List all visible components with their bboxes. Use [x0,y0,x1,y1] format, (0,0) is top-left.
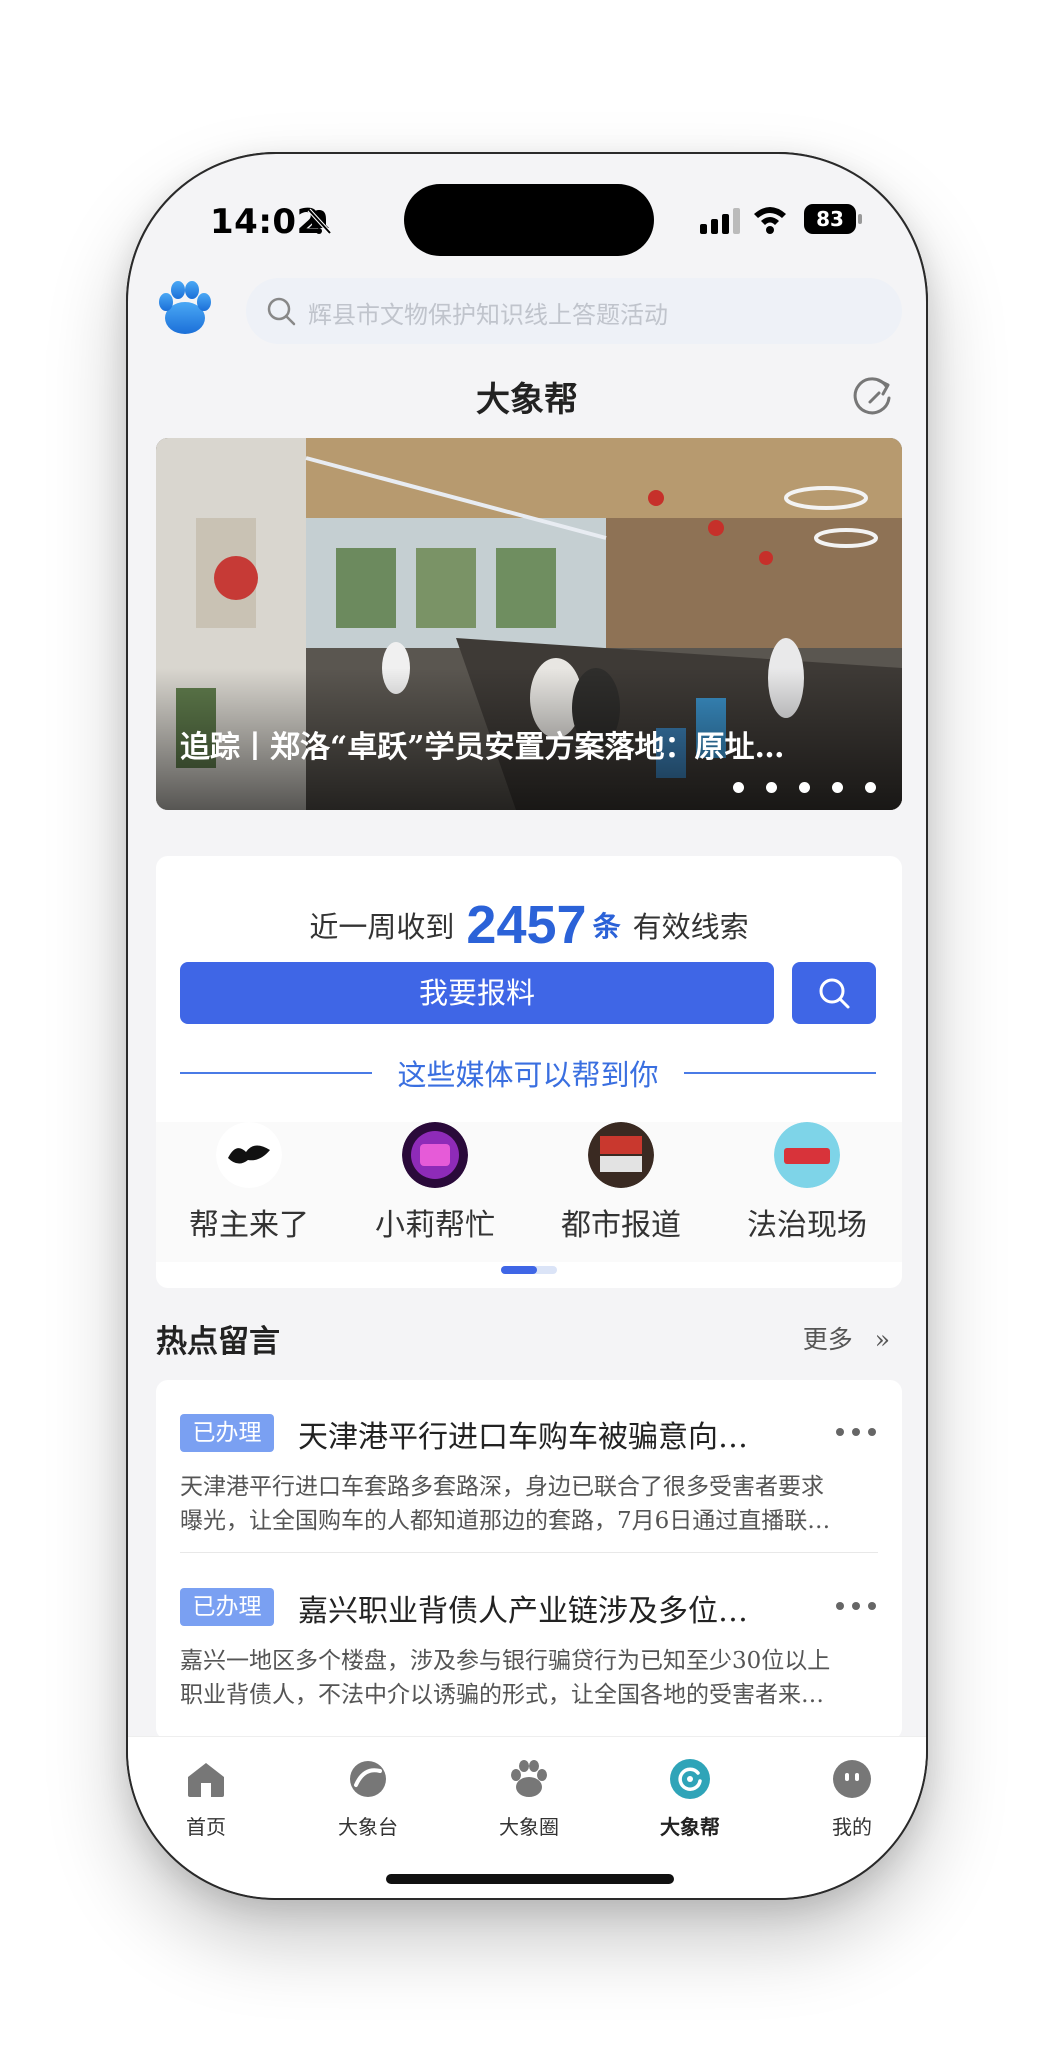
tab-profile[interactable]: 我的 [792,1757,912,1840]
paw-logo-icon[interactable] [154,278,216,340]
clue-search-button[interactable] [792,962,876,1024]
tab-circle[interactable]: 大象圈 [469,1757,589,1840]
clue-card: 近一周收到 2457 条有效线索 我要报料 这些媒体可以帮到你 帮主来了 小莉帮… [156,856,902,1288]
wifi-icon [754,207,786,234]
more-options-icon[interactable] [836,1428,876,1436]
media-item[interactable]: 小莉帮忙 [342,1122,528,1244]
carousel-dot[interactable] [832,782,843,793]
item-title: 天津港平行进口车购车被骗意向… [298,1420,748,1455]
media-item[interactable]: 帮主来了 [156,1122,342,1244]
tv-icon [350,1761,386,1797]
media-heading: 这些媒体可以帮到你 [180,1052,876,1092]
home-icon [188,1763,224,1797]
profile-icon [833,1760,871,1798]
phone-frame: 14:02 83 辉县市文物保护知识线上答题活动 大象帮 追踪丨郑洛“卓跃”学员… [126,152,928,1900]
report-button[interactable]: 我要报料 [180,962,774,1024]
bell-muted-icon [307,208,332,235]
media-item[interactable]: 都市报道 [528,1122,714,1244]
xiaoli-logo-icon [402,1122,468,1188]
search-bar[interactable]: 辉县市文物保护知识线上答题活动 [246,278,902,344]
news-banner[interactable]: 追踪丨郑洛“卓跃”学员安置方案落地：原址… [156,438,902,810]
carousel-dot[interactable] [799,782,810,793]
search-placeholder: 辉县市文物保护知识线上答题活动 [308,301,668,329]
media-pager [501,1266,557,1274]
more-options-icon[interactable] [836,1602,876,1610]
banner-caption: 追踪丨郑洛“卓跃”学员安置方案落地：原址… [180,730,785,765]
cellular-signal-icon [700,208,740,234]
refresh-icon[interactable] [848,372,896,420]
status-badge: 已办理 [180,1414,274,1452]
item-summary: 嘉兴一地区多个楼盘，涉及参与银行骗贷行为已知至少30位以上 职业背债人，不法中介… [180,1648,831,1708]
hot-comment-list: 已办理 天津港平行进口车购车被骗意向… 天津港平行进口车套路多套路深，身边已联合… [156,1380,902,1740]
media-list: 帮主来了 小莉帮忙 都市报道 法治现场 [156,1122,902,1262]
carousel-dot[interactable] [766,782,777,793]
battery-indicator: 83 [804,204,862,236]
item-title: 嘉兴职业背债人产业链涉及多位… [298,1594,748,1629]
double-chevron-right-icon: » [874,1325,890,1354]
carousel-dots [733,782,876,793]
home-indicator [386,1874,674,1884]
page-title: 大象帮 [476,380,578,420]
status-badge: 已办理 [180,1588,274,1626]
help-icon [670,1759,710,1799]
more-link[interactable]: 更多 » [803,1320,890,1356]
app-screen: 14:02 83 辉县市文物保护知识线上答题活动 大象帮 追踪丨郑洛“卓跃”学员… [126,152,928,1900]
fazhi-logo-icon [774,1122,840,1188]
divider [180,1552,878,1553]
tab-home[interactable]: 首页 [146,1757,266,1840]
clue-count: 2457 [466,895,587,955]
tab-help[interactable]: 大象帮 [630,1757,750,1840]
bangzhu-logo-icon [216,1122,282,1188]
media-item[interactable]: 法治现场 [714,1122,900,1244]
search-icon [819,978,850,1009]
dushi-logo-icon [588,1122,654,1188]
carousel-dot[interactable] [733,782,744,793]
paw-icon [511,1760,547,1797]
carousel-dot[interactable] [865,782,876,793]
section-title-hot: 热点留言 [156,1324,280,1360]
status-bar: 14:02 83 [128,154,926,274]
dynamic-island [404,184,654,256]
tab-tv[interactable]: 大象台 [308,1757,428,1840]
item-summary: 天津港平行进口车套路多套路深，身边已联合了很多受害者要求 曝光，让全国购车的人都… [180,1474,831,1534]
weekly-clue-stat: 近一周收到 2457 条有效线索 [309,895,749,955]
search-icon [267,297,296,326]
